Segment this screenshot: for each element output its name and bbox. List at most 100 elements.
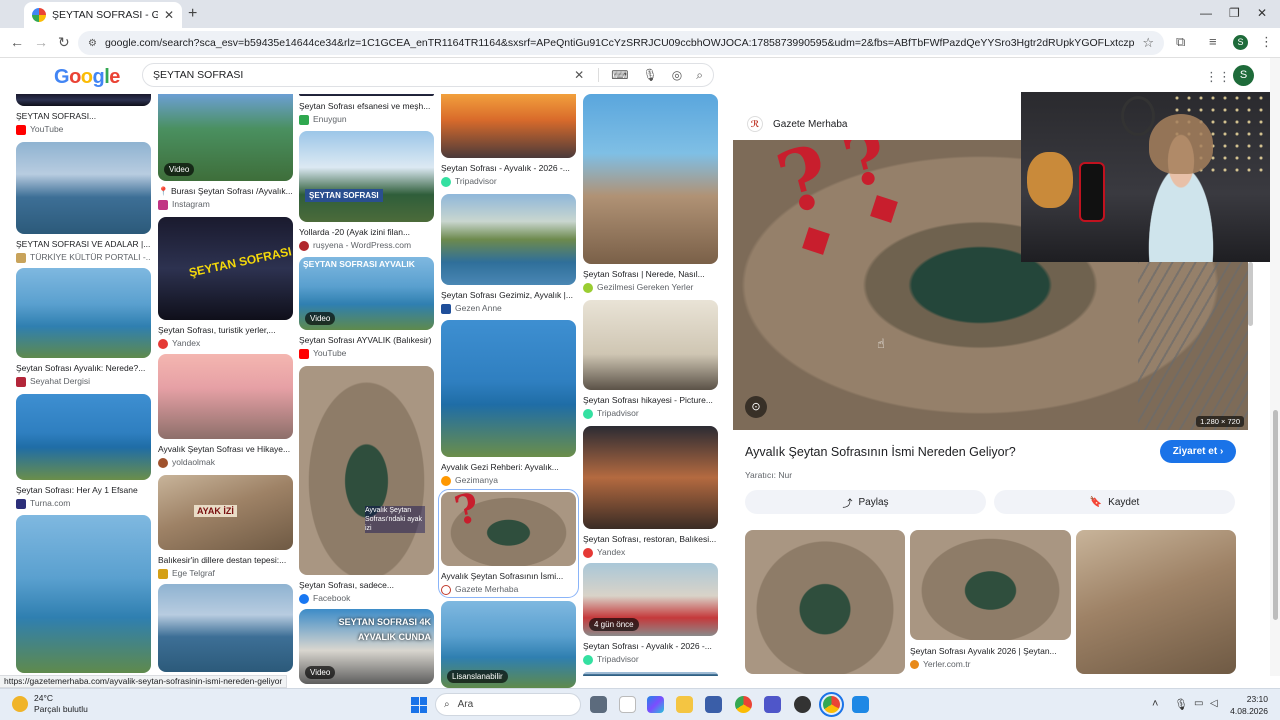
image-result[interactable]: Ayvalık Şeytan Sofrası ve Hikaye... yold… bbox=[158, 354, 293, 468]
preview-title[interactable]: Ayvalık Şeytan Sofrasının İsmi Nereden G… bbox=[745, 445, 1016, 459]
new-tab-icon[interactable]: + bbox=[188, 5, 197, 23]
preview-source[interactable]: ℛ Gazete Merhaba bbox=[747, 116, 848, 132]
search-box[interactable]: ŞEYTAN SOFRASI ✕ ⌨ 🎙 ◎ ⌕ bbox=[142, 63, 714, 87]
related-caption[interactable]: Şeytan Sofrası Ayvalık 2026 | Şeytan... bbox=[910, 646, 1070, 656]
browser-profile-icon[interactable]: S bbox=[1233, 35, 1248, 50]
tab-google-search[interactable]: ŞEYTAN SOFRASI - Google'da A ✕ bbox=[24, 2, 182, 28]
source-icon bbox=[299, 240, 309, 251]
volume-icon[interactable]: ◁ bbox=[1210, 698, 1218, 709]
image-result[interactable]: Şeytan Sofrası Gezimiz, Ayvalık |... Gez… bbox=[441, 194, 576, 314]
image-result[interactable]: Lisanslanabilir bbox=[441, 601, 576, 688]
page-scrollbar-thumb[interactable] bbox=[1273, 410, 1278, 620]
tripadvisor-icon bbox=[583, 408, 593, 419]
back-icon[interactable]: ← bbox=[10, 34, 24, 50]
youtube-icon bbox=[299, 348, 309, 359]
windows-taskbar: 24°C Parçalı bulutlu ⌕ Ara ˄ 🎙 ▭ ◁ 23:10… bbox=[0, 688, 1280, 720]
avatar[interactable]: S bbox=[1233, 65, 1254, 86]
youtube-icon bbox=[16, 124, 26, 135]
source-icon bbox=[16, 252, 26, 263]
search-icon[interactable]: ⌕ bbox=[696, 68, 703, 83]
source-icon bbox=[158, 457, 168, 468]
reading-list-icon[interactable]: ≡ bbox=[1209, 34, 1217, 49]
image-result[interactable]: Şeytan Sofrası - Ayvalık - 2026 -... Tri… bbox=[441, 94, 576, 187]
image-result[interactable]: ŞEYTAN SOFRASI... YouTube bbox=[16, 94, 151, 135]
clock[interactable]: 23:10 4.08.2026 bbox=[1222, 693, 1268, 717]
task-view-icon[interactable] bbox=[590, 696, 607, 713]
restore-icon[interactable]: ❐ bbox=[1229, 6, 1240, 20]
reload-icon[interactable]: ↻ bbox=[58, 34, 70, 51]
chrome-icon[interactable] bbox=[735, 696, 752, 713]
browser-menu-icon[interactable]: ⋮ bbox=[1260, 34, 1273, 50]
app-icon[interactable] bbox=[764, 696, 781, 713]
image-result[interactable]: ŞEYTAN SOFRASI Yollarda -20 (Ayak izini … bbox=[299, 131, 434, 251]
image-result[interactable]: Şeytan Sofrası hikayesi - Picture... Tri… bbox=[583, 300, 718, 419]
image-result-selected[interactable]: ? Ayvalık Şeytan Sofrasının İsmi... Gaze… bbox=[438, 489, 579, 598]
clear-search-icon[interactable]: ✕ bbox=[574, 68, 584, 82]
bookmark-star-icon[interactable]: ☆ bbox=[1142, 35, 1154, 51]
microphone-icon[interactable]: 🎙 bbox=[1174, 698, 1188, 711]
close-tab-icon[interactable]: ✕ bbox=[164, 8, 174, 22]
image-result[interactable]: AYAK İZİ Balıkesir'in dillere destan tep… bbox=[158, 475, 293, 579]
panel-scrollbar-thumb[interactable] bbox=[1248, 262, 1253, 326]
image-result[interactable]: Video 📍 Burası Şeytan Sofrası /Ayvalık..… bbox=[158, 94, 293, 210]
image-result[interactable]: Şeytan Sofrası, restoran, Balıkesi... Ya… bbox=[583, 426, 718, 558]
search-icon: ⌕ bbox=[444, 699, 450, 710]
taskbar-search[interactable]: ⌕ Ara bbox=[435, 693, 581, 716]
site-info-icon[interactable]: ⚙ bbox=[88, 38, 97, 49]
image-result[interactable]: Ayvalık Gezi Rehberi: Ayvalık... Geziman… bbox=[441, 320, 576, 486]
image-result[interactable]: Ayvalık Şeytan Sofrası'ndaki ayak izi Şe… bbox=[299, 366, 434, 604]
gazete-merhaba-logo-icon: ℛ bbox=[747, 116, 763, 132]
keyboard-icon[interactable]: ⌨ bbox=[598, 68, 629, 82]
lens-search-icon[interactable]: ⊙ bbox=[745, 396, 767, 418]
url-text: google.com/search?sca_esv=b59435e14644ce… bbox=[104, 37, 1135, 49]
lens-search-icon[interactable]: ◎ bbox=[672, 68, 682, 82]
image-result[interactable] bbox=[583, 672, 718, 676]
network-icon[interactable]: ▭ bbox=[1194, 698, 1203, 709]
start-button[interactable] bbox=[411, 697, 427, 713]
bookmark-icon: 🔖 bbox=[1089, 496, 1103, 508]
facebook-icon bbox=[299, 593, 309, 604]
google-logo[interactable]: Google bbox=[54, 66, 120, 89]
image-result[interactable]: Şeytan Sofrası Ayvalık: Nerede?... Seyah… bbox=[16, 268, 151, 387]
minimize-icon[interactable]: — bbox=[1200, 6, 1212, 20]
store-icon[interactable] bbox=[705, 696, 722, 713]
tab-title: ŞEYTAN SOFRASI - Google'da A bbox=[52, 9, 158, 21]
google-favicon-icon bbox=[32, 8, 46, 22]
chrome-active-icon[interactable] bbox=[819, 692, 844, 717]
image-result[interactable] bbox=[16, 515, 151, 673]
image-result[interactable]: Şeytan Sofrası: Her Ay 1 Efsane Turna.co… bbox=[16, 394, 151, 509]
search-input[interactable]: ŞEYTAN SOFRASI bbox=[153, 69, 560, 81]
preview-creator: Yaratıcı: Nur bbox=[745, 470, 793, 480]
browser-toolbar: ← → ↻ ⚙ google.com/search?sca_esv=b59435… bbox=[0, 28, 1280, 58]
image-result[interactable]: ŞEYTAN SOFRASI AYVALIK Video Şeytan Sofra… bbox=[299, 257, 434, 359]
tray-chevron-icon[interactable]: ˄ bbox=[1152, 698, 1158, 710]
image-result[interactable]: Şeytan Sofrası | Nerede, Nasıl... Gezilm… bbox=[583, 94, 718, 293]
image-result[interactable]: ŞEYTAN SOFRASI VE ADALAR |... TÜRKİYE KÜ… bbox=[16, 142, 151, 263]
related-image[interactable] bbox=[910, 530, 1071, 640]
image-result[interactable]: Şeytan Sofrası efsanesi ve meşh... Enuyg… bbox=[299, 94, 434, 125]
image-result[interactable] bbox=[158, 584, 293, 672]
close-window-icon[interactable]: ✕ bbox=[1257, 6, 1267, 20]
file-icon[interactable] bbox=[619, 696, 636, 713]
image-result[interactable]: ŞEYTAN SOFRASI Şeytan Sofrası, turistik … bbox=[158, 217, 293, 349]
save-button[interactable]: 🔖 Kaydet bbox=[994, 490, 1235, 514]
app-icon[interactable] bbox=[794, 696, 811, 713]
image-result[interactable]: SEYTAN SOFRASI 4K AYVALIK CUNDA Video bbox=[299, 609, 434, 684]
copilot-icon[interactable] bbox=[647, 696, 664, 713]
related-image[interactable] bbox=[745, 530, 905, 674]
share-button[interactable]: ⤴ Paylaş bbox=[745, 490, 986, 514]
extensions-icon[interactable]: ⧉ bbox=[1176, 34, 1185, 50]
file-explorer-icon[interactable] bbox=[676, 696, 693, 713]
yandex-icon bbox=[158, 338, 168, 349]
app-icon[interactable] bbox=[852, 696, 869, 713]
address-bar[interactable]: ⚙ google.com/search?sca_esv=b59435e14644… bbox=[78, 31, 1164, 55]
visit-button[interactable]: Ziyaret et › bbox=[1160, 440, 1236, 463]
voice-search-icon[interactable]: 🎙 bbox=[643, 68, 658, 82]
related-image[interactable] bbox=[1076, 530, 1236, 674]
forward-icon[interactable]: → bbox=[34, 34, 48, 50]
image-result[interactable]: 4 gün önce Şeytan Sofrası - Ayvalık - 20… bbox=[583, 563, 718, 665]
video-badge: Video bbox=[305, 666, 336, 679]
video-badge: Video bbox=[164, 163, 195, 176]
tripadvisor-icon bbox=[583, 654, 593, 665]
weather-widget[interactable]: 24°C Parçalı bulutlu bbox=[12, 693, 88, 715]
